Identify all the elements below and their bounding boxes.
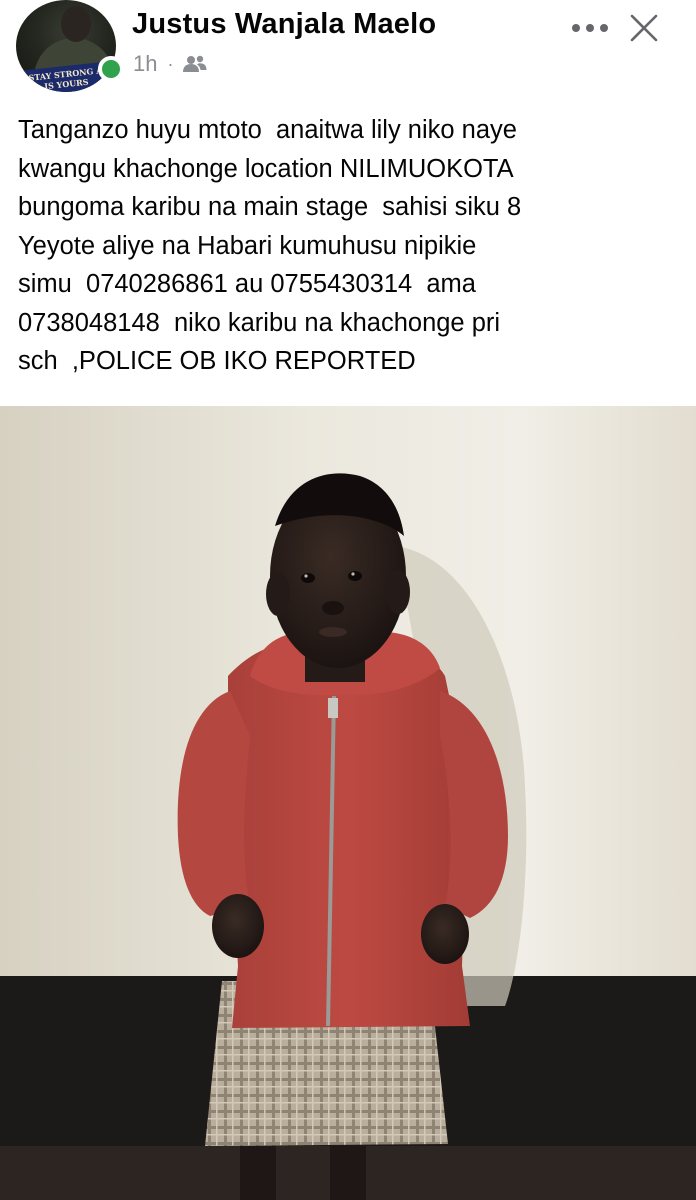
friends-icon[interactable] [183,55,207,73]
post-body-line: bungoma karibu na main stage sahisi siku… [18,193,522,221]
post-body-line: simu 0740286861 au 0755430314 ama [18,270,476,298]
post-header: STAY STRONG A IS YOURS Justus Wanjala Ma… [0,0,696,100]
post-body-line: sch ,POLICE OB IKO REPORTED [18,347,416,375]
post-body: Tanganzo huyu mtoto anaitwa lily niko na… [18,111,688,381]
post-time[interactable]: 1h [133,51,157,77]
post-photo[interactable] [0,406,696,1200]
avatar-head [61,6,91,42]
post-body-line: Tanganzo huyu mtoto anaitwa lily niko na… [18,116,517,144]
more-horizontal-icon [572,24,608,32]
more-options-button[interactable] [568,10,612,46]
close-icon [630,14,658,42]
post-body-line: Yeyote aliye na Habari kumuhusu nipikie [18,231,477,260]
author-name[interactable]: Justus Wanjala Maelo [132,8,436,41]
post-meta: 1h · [133,50,207,78]
post-body-line: kwangu khachonge location NILIMUOKOTA [18,154,514,183]
close-post-button[interactable] [624,8,664,48]
post-body-line: 0738048148 niko karibu na khachonge pri [18,308,501,337]
meta-separator: · [167,54,174,74]
child-photo [0,406,696,1200]
online-status-indicator [98,56,124,82]
